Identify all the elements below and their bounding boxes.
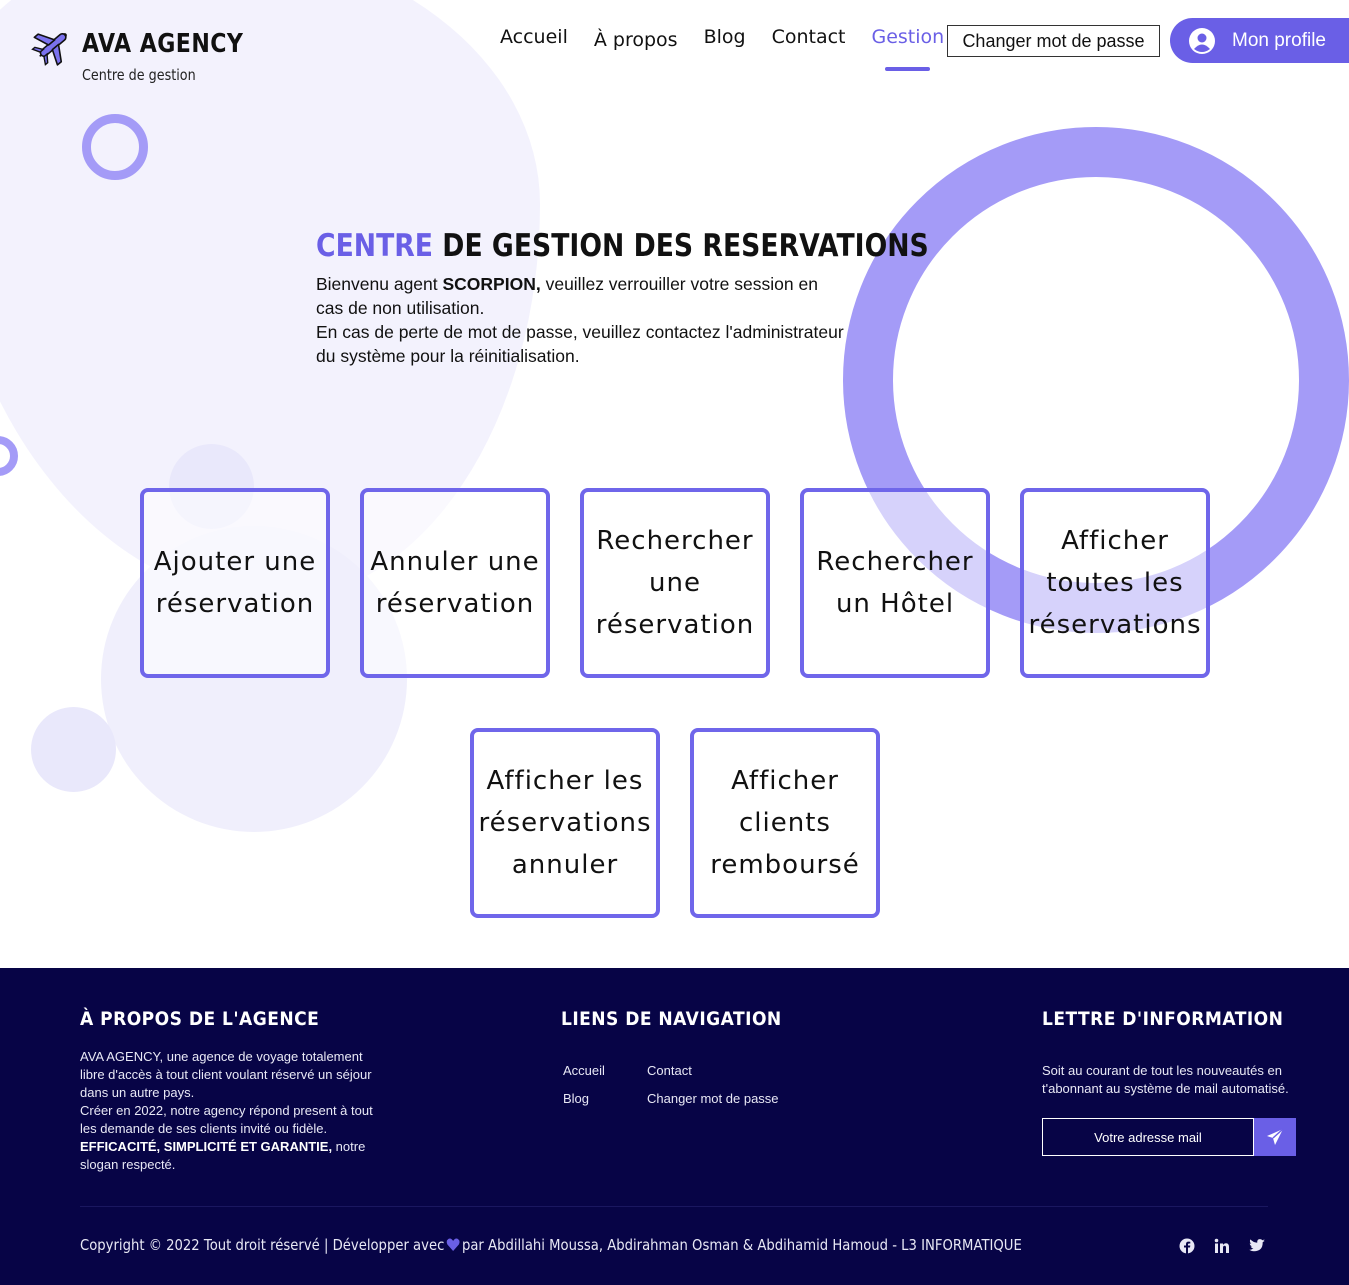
change-password-button[interactable]: Changer mot de passe: [947, 25, 1160, 57]
decorative-ring: [82, 114, 148, 180]
footer-link-contact[interactable]: Contact: [647, 1063, 692, 1078]
change-password-label: Changer mot de passe: [962, 30, 1145, 51]
send-icon: [1267, 1128, 1284, 1145]
user-avatar-icon: [1189, 27, 1215, 54]
about-paragraph: AVA AGENCY, une agence de voyage totalem…: [80, 1049, 372, 1100]
card-label: Rechercher une réservation: [595, 526, 755, 640]
page-title: CENTRE DE GESTION DES RESERVATIONS: [316, 228, 929, 264]
nav-gestion[interactable]: Gestion: [871, 26, 944, 71]
nav-accueil[interactable]: Accueil: [500, 26, 568, 51]
show-refunded-clients-card[interactable]: Afficher clients remboursé: [690, 728, 880, 918]
agent-name: SCORPION,: [442, 274, 541, 294]
logo[interactable]: AVA AGENCY Centre de gestion: [30, 24, 272, 84]
card-label: Annuler une réservation: [370, 547, 540, 619]
show-cancelled-reservations-card[interactable]: Afficher les réservations annuler: [470, 728, 660, 918]
password-help-text: En cas de perte de mot de passe, veuille…: [316, 322, 844, 366]
cancel-reservation-card[interactable]: Annuler une réservation: [360, 488, 550, 678]
newsletter-email-input[interactable]: [1042, 1118, 1254, 1156]
background-circle: [31, 707, 116, 792]
search-hotel-card[interactable]: Rechercher un Hôtel: [800, 488, 990, 678]
welcome-text: Bienvenu agent SCORPION, veuillez verrou…: [316, 272, 846, 320]
newsletter-text: Soit au courant de tout les nouveautés e…: [1042, 1063, 1289, 1096]
footer-link-change-password[interactable]: Changer mot de passe: [647, 1091, 779, 1106]
card-label: Ajouter une réservation: [153, 547, 317, 619]
facebook-link[interactable]: [1177, 1236, 1197, 1256]
linkedin-link[interactable]: [1212, 1236, 1232, 1256]
hero-section: CENTRE DE GESTION DES RESERVATIONS Bienv…: [316, 228, 929, 368]
facebook-icon: [1179, 1238, 1195, 1254]
nav-a-propos[interactable]: À propos: [594, 29, 678, 51]
footer-about-text: AVA AGENCY, une agence de voyage totalem…: [80, 1048, 380, 1174]
nav-blog[interactable]: Blog: [704, 26, 746, 51]
copyright-prefix: Copyright © 2022 Tout droit réservé | Dé…: [80, 1236, 445, 1254]
profile-label: Mon profile: [1232, 29, 1326, 51]
footer-about-heading: À PROPOS DE L'AGENCE: [80, 1008, 320, 1030]
about-paragraph: Créer en 2022, notre agency répond prese…: [80, 1103, 373, 1136]
card-label: Rechercher un Hôtel: [816, 547, 974, 619]
card-label: Afficher clients remboursé: [710, 766, 860, 880]
footer-divider: [80, 1206, 1268, 1207]
nav-contact[interactable]: Contact: [772, 26, 846, 51]
footer: À PROPOS DE L'AGENCE AVA AGENCY, une age…: [0, 968, 1349, 1285]
footer-link-accueil[interactable]: Accueil: [563, 1063, 605, 1078]
card-label: Afficher toutes les réservations: [1028, 526, 1202, 640]
decorative-ring: [0, 436, 18, 476]
twitter-link[interactable]: [1247, 1236, 1267, 1256]
brand-title: AVA AGENCY: [82, 29, 244, 59]
copyright-suffix: par Abdillahi Moussa, Abdirahman Osman &…: [461, 1236, 1022, 1254]
card-label: Afficher les réservations annuler: [478, 766, 652, 880]
page-title-accent: CENTRE: [316, 228, 434, 264]
twitter-icon: [1249, 1239, 1265, 1252]
copyright-text: Copyright © 2022 Tout droit réservé | Dé…: [80, 1236, 1022, 1254]
slogan-bold: EFFICACITÉ, SIMPLICITÉ ET GARANTIE,: [80, 1139, 333, 1154]
linkedin-icon: [1214, 1238, 1229, 1253]
footer-newsletter-heading: LETTRE D'INFORMATION: [1042, 1008, 1284, 1030]
page-title-rest: DE GESTION DES RESERVATIONS: [433, 228, 929, 264]
airplane-icon: [31, 33, 67, 66]
newsletter-send-button[interactable]: [1254, 1118, 1296, 1156]
profile-button[interactable]: Mon profile: [1170, 18, 1349, 63]
heart-icon: [446, 1238, 460, 1251]
show-all-reservations-card[interactable]: Afficher toutes les réservations: [1020, 488, 1210, 678]
footer-links-heading: LIENS DE NAVIGATION: [561, 1008, 782, 1030]
search-reservation-card[interactable]: Rechercher une réservation: [580, 488, 770, 678]
footer-link-blog[interactable]: Blog: [563, 1091, 589, 1106]
brand-subtitle: Centre de gestion: [82, 66, 196, 84]
welcome-prefix: Bienvenu agent: [316, 274, 443, 294]
about-slogan: EFFICACITÉ, SIMPLICITÉ ET GARANTIE, notr…: [80, 1138, 380, 1174]
add-reservation-card[interactable]: Ajouter une réservation: [140, 488, 330, 678]
main-nav: Accueil À propos Blog Contact Gestion: [500, 26, 970, 71]
